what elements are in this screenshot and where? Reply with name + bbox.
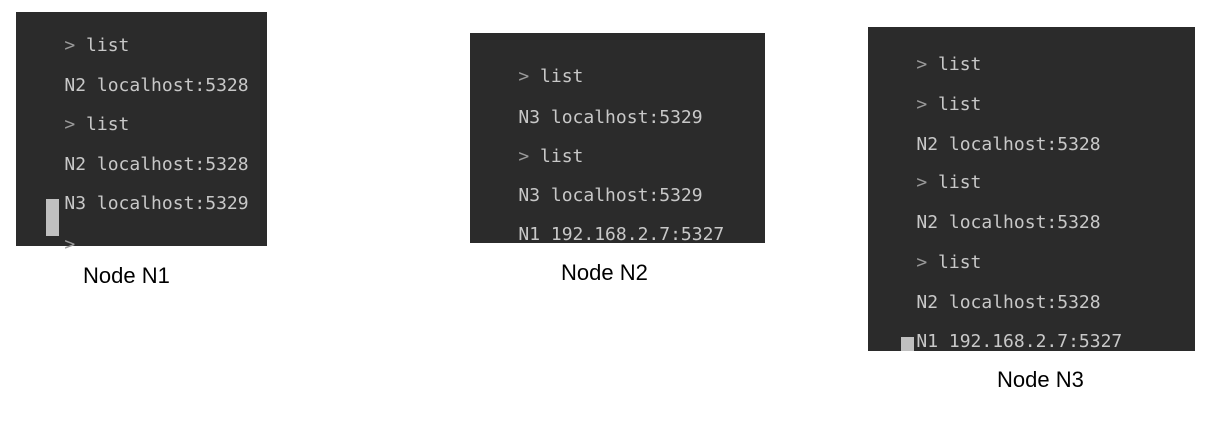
terminal-line: > list bbox=[873, 75, 981, 115]
command-text: list bbox=[540, 146, 584, 167]
terminal-line: N3 localhost:5329 bbox=[475, 166, 702, 206]
terminal-line: N3 localhost:5329 bbox=[21, 174, 248, 214]
command-text: list bbox=[938, 252, 982, 273]
output-text: N3 localhost:5329 bbox=[64, 193, 249, 214]
terminal-line: N2 localhost:5328 bbox=[21, 56, 248, 96]
terminal-line: N2 localhost:5328 bbox=[873, 273, 1100, 313]
terminal-line: > list bbox=[873, 233, 981, 273]
terminal-node-n2[interactable]: > list N3 localhost:5329 > list N3 local… bbox=[470, 33, 765, 245]
terminal-line: N3 localhost:5329 bbox=[475, 88, 702, 128]
terminal-node-n1[interactable]: > list N2 localhost:5328 > list N2 local… bbox=[16, 12, 267, 255]
command-text: list bbox=[938, 172, 982, 193]
output-text: N2 localhost:5328 bbox=[916, 292, 1101, 313]
output-text: N1 192.168.2.7:5327 bbox=[916, 331, 1123, 352]
caption-node-n2: Node N2 bbox=[561, 260, 648, 285]
command-text: list bbox=[938, 94, 982, 115]
terminal-node-n3[interactable]: > list > list N2 localhost:5328 > list N… bbox=[868, 27, 1195, 352]
output-text: N2 localhost:5328 bbox=[64, 75, 249, 96]
terminal-line: > list bbox=[475, 47, 583, 87]
terminal-line: N2 localhost:5328 bbox=[873, 115, 1100, 155]
prompt-marker: > bbox=[518, 146, 530, 167]
command-text: list bbox=[938, 54, 982, 75]
command-text: list bbox=[86, 114, 130, 135]
terminal-line: > list bbox=[873, 153, 981, 193]
prompt-marker: > bbox=[916, 54, 928, 75]
prompt-marker: > bbox=[916, 172, 928, 193]
prompt-marker: > bbox=[916, 94, 928, 115]
caption-node-n3: Node N3 bbox=[997, 367, 1084, 392]
terminal-line: N1 192.168.2.7:5327 bbox=[873, 312, 1122, 352]
output-text: N3 localhost:5329 bbox=[518, 185, 703, 206]
prompt-marker: > bbox=[916, 252, 928, 273]
terminal-line: N2 localhost:5328 bbox=[21, 135, 248, 175]
command-text: list bbox=[86, 35, 130, 56]
command-text: list bbox=[540, 66, 584, 87]
terminal-line: > list bbox=[21, 95, 129, 135]
terminal-line: > list bbox=[873, 35, 981, 75]
caption-node-n1: Node N1 bbox=[83, 263, 170, 288]
output-text: N1 192.168.2.7:5327 bbox=[518, 224, 725, 245]
terminal-line: N1 192.168.2.7:5327 bbox=[475, 205, 724, 245]
prompt-marker: > bbox=[64, 35, 76, 56]
output-text: N2 localhost:5328 bbox=[64, 154, 249, 175]
terminal-line: > list bbox=[475, 127, 583, 167]
terminal-line: N2 localhost:5328 bbox=[873, 193, 1100, 233]
prompt-marker: > bbox=[64, 234, 76, 255]
text-cursor bbox=[901, 337, 914, 351]
output-text: N2 localhost:5328 bbox=[916, 212, 1101, 233]
output-text: N3 localhost:5329 bbox=[518, 107, 703, 128]
output-text: N2 localhost:5328 bbox=[916, 134, 1101, 155]
prompt-marker: > bbox=[518, 66, 530, 87]
prompt-marker: > bbox=[64, 114, 76, 135]
text-cursor bbox=[46, 199, 59, 236]
terminal-line: > list bbox=[21, 16, 129, 56]
